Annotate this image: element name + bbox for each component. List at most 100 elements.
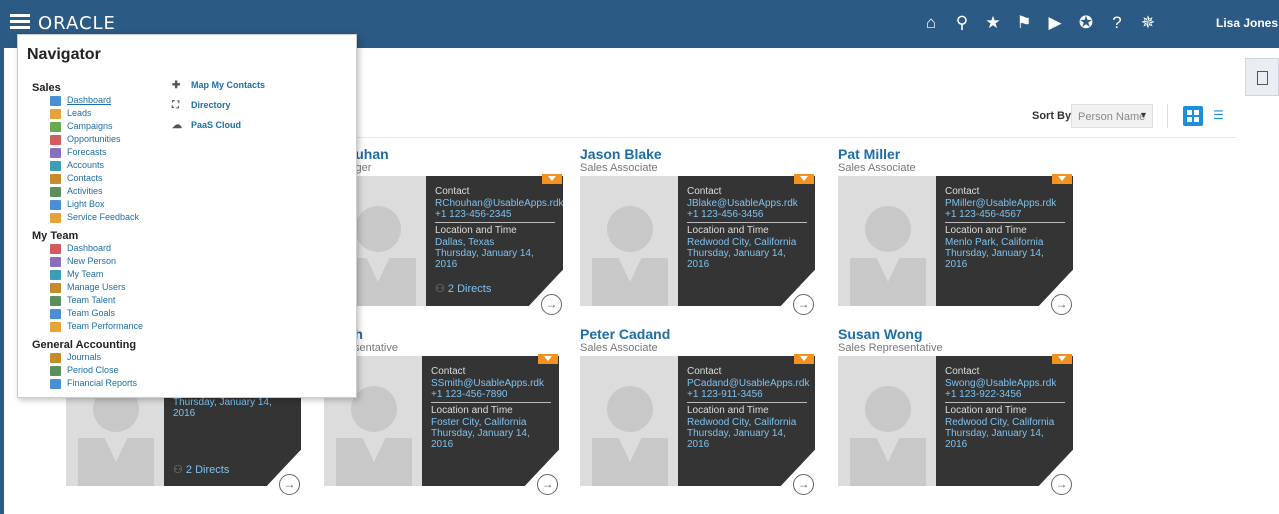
nav-item[interactable]: Contacts (50, 173, 103, 186)
nav-item[interactable]: Team Performance (50, 321, 143, 334)
phone-link[interactable]: +1 123-456-2345 (435, 209, 511, 220)
notifications-flag-icon[interactable]: ⚑ (1013, 12, 1035, 34)
list-view-icon[interactable]: ☰ (1213, 108, 1227, 122)
person-name[interactable]: Pat Miller (838, 146, 900, 162)
arrow-right-icon[interactable]: → (1051, 474, 1072, 495)
nav-link[interactable]: ✚ Map My Contacts (172, 80, 265, 91)
arrow-right-icon[interactable]: → (1051, 294, 1072, 315)
favorites-star-icon[interactable]: ★ (982, 12, 1004, 34)
info-divider (435, 222, 555, 223)
nav-item[interactable]: Team Goals (50, 308, 115, 321)
location-label: Location and Time (945, 225, 1027, 236)
watchlist-icon[interactable]: ▶ (1044, 12, 1066, 34)
user-name: Lisa Jones (1216, 16, 1279, 30)
nav-link[interactable]: ⛶ Directory (172, 100, 231, 111)
nav-item[interactable]: Accounts (50, 160, 104, 173)
nav-item[interactable]: Dashboard (50, 243, 111, 256)
nav-item[interactable]: Period Close (50, 365, 119, 378)
toolbar-separator (1167, 104, 1168, 128)
phone-link[interactable]: +1 123-456-4567 (945, 209, 1021, 220)
sort-by-select[interactable]: Person Name ▾ (1071, 104, 1153, 128)
person-card[interactable]: SmithRepresentativeContactSSmith@UsableA… (324, 326, 559, 501)
nav-item-icon (50, 365, 61, 376)
oracle-logo: ORACLE (38, 13, 116, 34)
left-edge-strip (0, 48, 4, 514)
person-name[interactable]: Susan Wong (838, 326, 923, 342)
person-card[interactable]: Susan Wong Sales Representative Contact Swo… (838, 326, 1073, 501)
card-menu-tab[interactable] (794, 174, 814, 184)
email-link[interactable]: RChouhan@UsableApps.rdk (435, 198, 563, 209)
search-icon[interactable]: ⚲ (951, 12, 973, 34)
info-divider (687, 222, 807, 223)
nav-item[interactable]: Journals (50, 352, 101, 365)
nav-item-icon (50, 243, 61, 254)
person-card[interactable]: ChouhanManagerContactRChouhan@UsableApps… (328, 146, 563, 321)
phone-link[interactable]: +1 123-911-3456 (687, 389, 763, 400)
phone-link[interactable]: +1 123-922-3456 (945, 389, 1021, 400)
email-link[interactable]: JBlake@UsableApps.rdk (687, 198, 798, 209)
card-menu-tab[interactable] (538, 354, 558, 364)
nav-item[interactable]: Financial Reports (50, 378, 137, 391)
nav-item[interactable]: Manage Users (50, 282, 126, 295)
location-value: Redwood City, California (945, 417, 1055, 428)
arrow-right-icon[interactable]: → (793, 474, 814, 495)
nav-item-icon (50, 160, 61, 171)
nav-link[interactable]: ☁ PaaS Cloud (172, 120, 241, 131)
directs-link[interactable]: ⚇ 2 Directs (435, 282, 491, 295)
nav-item[interactable]: Service Feedback (50, 212, 139, 225)
card-menu-tab[interactable] (794, 354, 814, 364)
nav-item-icon (50, 282, 61, 293)
nav-item[interactable]: Forecasts (50, 147, 107, 160)
help-icon[interactable]: ? (1106, 12, 1128, 34)
phone-link[interactable]: +1 123-456-3456 (687, 209, 763, 220)
nav-item[interactable]: Dashboard (50, 95, 111, 108)
phone-link[interactable]: +1 123-456-7890 (431, 389, 507, 400)
team-icon: ⚇ (435, 283, 448, 295)
arrow-right-icon[interactable]: → (537, 474, 558, 495)
person-info-panel: Contact PMiller@UsableApps.rdk +1 123-456-… (936, 176, 1073, 306)
nav-item-label: Team Performance (67, 321, 144, 331)
email-link[interactable]: SSmith@UsableApps.rdk (431, 378, 544, 389)
nav-item-label: Dashboard (67, 95, 112, 105)
nav-item[interactable]: New Person (50, 256, 116, 269)
nav-item-icon (50, 256, 61, 267)
accessibility-icon[interactable]: ✪ (1075, 12, 1097, 34)
arrow-right-icon[interactable]: → (279, 474, 300, 495)
time-year: 2016 (687, 259, 710, 270)
arrow-right-icon[interactable]: → (541, 294, 562, 315)
home-icon[interactable]: ⌂ (920, 12, 942, 34)
card-menu-tab[interactable] (542, 174, 562, 184)
person-card[interactable]: Pat Miller Sales Associate Contact PMiller@… (838, 146, 1073, 321)
nav-item[interactable]: Opportunities (50, 134, 121, 147)
card-menu-tab[interactable] (1052, 354, 1072, 364)
person-card[interactable]: Jason Blake Sales Associate Contact JBlake@… (580, 146, 815, 321)
email-link[interactable]: Swong@UsableApps.rdk (945, 378, 1056, 389)
nav-item[interactable]: Team Talent (50, 295, 115, 308)
navigator-menu-icon[interactable] (10, 14, 30, 30)
nav-item[interactable]: Leads (50, 108, 92, 121)
user-menu[interactable]: Lisa Jones ▾ (1216, 16, 1279, 30)
nav-section-title: My Team (32, 230, 79, 242)
person-card[interactable]: Peter Cadand Sales Associate Contact PCadan… (580, 326, 815, 501)
email-link[interactable]: PMiller@UsableApps.rdk (945, 198, 1056, 209)
nav-item-label: Leads (67, 108, 92, 118)
nav-item-label: Activities (67, 186, 103, 196)
directs-link[interactable]: ⚇ 2 Directs (173, 463, 229, 476)
avatar-placeholder (838, 176, 936, 306)
person-name[interactable]: Peter Cadand (580, 326, 670, 342)
nav-item-label: Manage Users (67, 282, 126, 292)
sort-value: Person Name (1078, 111, 1146, 123)
settings-icon[interactable]: ✵ (1137, 12, 1159, 34)
arrow-right-icon[interactable]: → (793, 294, 814, 315)
location-value: Redwood City, California (687, 417, 797, 428)
nav-item[interactable]: Activities (50, 186, 103, 199)
tasks-panel-button[interactable] (1245, 58, 1279, 96)
grid-view-button[interactable] (1183, 106, 1203, 126)
nav-item[interactable]: My Team (50, 269, 103, 282)
email-link[interactable]: PCadand@UsableApps.rdk (687, 378, 809, 389)
person-name[interactable]: Jason Blake (580, 146, 662, 162)
nav-item[interactable]: Light Box (50, 199, 105, 212)
card-menu-tab[interactable] (1052, 174, 1072, 184)
time-value: Thursday, January 14, (945, 248, 1044, 259)
nav-item[interactable]: Campaigns (50, 121, 113, 134)
